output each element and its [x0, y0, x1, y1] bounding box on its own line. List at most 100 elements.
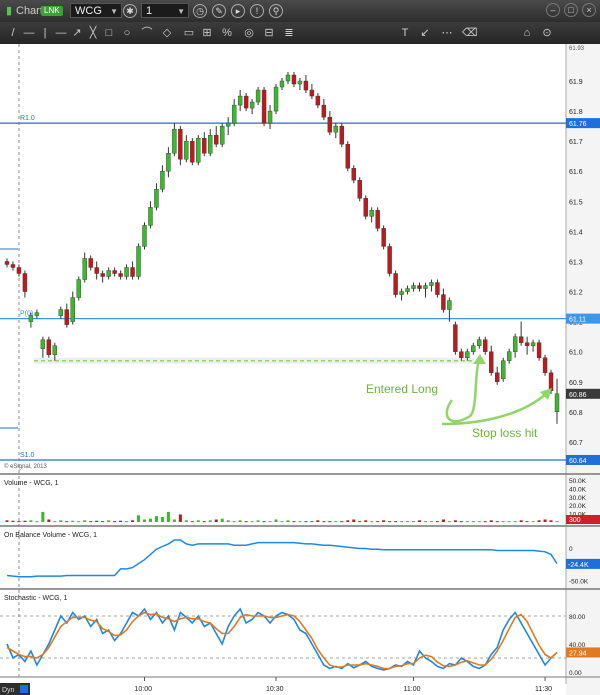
- volume-bar: [292, 521, 296, 523]
- candle-body: [369, 210, 374, 217]
- draw-tool-3-icon[interactable]: —: [54, 25, 68, 41]
- draw-tool-5-icon[interactable]: ╳: [86, 25, 100, 41]
- volume-bar: [418, 520, 422, 522]
- candle-body: [34, 312, 40, 316]
- draw-tool-15-icon[interactable]: ≣: [282, 25, 296, 41]
- draw-tool-17-icon[interactable]: ↙: [418, 25, 432, 41]
- candle-body: [357, 180, 362, 199]
- candle-body: [178, 128, 183, 160]
- price-axis-tick: 61.4: [569, 229, 583, 236]
- copyright: © eSignal, 2013: [4, 463, 47, 470]
- volume-bar: [83, 520, 87, 522]
- link-badge: LNK: [41, 6, 63, 16]
- draw-tool-2-icon[interactable]: |: [38, 25, 52, 41]
- volume-bar: [477, 521, 481, 523]
- volume-bar: [501, 521, 505, 523]
- volume-bar: [471, 521, 475, 523]
- clock-icon[interactable]: ◷: [193, 4, 207, 18]
- stochastic-last-tag-label: 27.94: [569, 650, 587, 657]
- volume-bar: [47, 519, 51, 522]
- volume-bar: [429, 521, 433, 523]
- volume-bar: [334, 521, 338, 523]
- draw-tool-11-icon[interactable]: ⊞: [200, 25, 214, 41]
- alert-icon[interactable]: !: [250, 4, 264, 18]
- candle-body: [363, 198, 368, 217]
- close-icon[interactable]: ×: [582, 3, 596, 17]
- draw-tool-1-icon[interactable]: —: [22, 25, 36, 41]
- volume-bar: [412, 521, 416, 523]
- candle-body: [506, 351, 512, 361]
- candle-body: [429, 282, 434, 286]
- draw-tool-19-icon[interactable]: ⌫: [462, 25, 478, 41]
- volume-bar: [232, 521, 236, 523]
- volume-bar: [131, 520, 135, 522]
- volume-bar: [555, 521, 559, 523]
- volume-bar: [178, 514, 182, 522]
- candle-body: [118, 273, 123, 277]
- draw-tool-4-icon[interactable]: ↗: [70, 25, 84, 41]
- volume-bar: [220, 518, 224, 522]
- candle-body: [112, 270, 117, 274]
- draw-tool-21-icon[interactable]: ⊙: [540, 25, 554, 41]
- candle-body: [309, 89, 315, 97]
- draw-tool-16-icon[interactable]: T: [398, 25, 412, 41]
- edit-icon[interactable]: ✎: [212, 4, 226, 18]
- volume-bar: [483, 521, 487, 523]
- volume-bar: [549, 520, 553, 522]
- fit-icon[interactable]: [20, 685, 28, 693]
- candle-body: [148, 207, 153, 226]
- volume-bar: [441, 519, 445, 522]
- candle-body: [483, 339, 488, 352]
- symbol-input[interactable]: WCG ▼: [70, 3, 122, 18]
- draw-tool-6-icon[interactable]: □: [102, 25, 116, 41]
- candle-body: [423, 285, 428, 289]
- draw-tool-20-icon[interactable]: ⌂: [520, 25, 534, 41]
- draw-tool-18-icon[interactable]: ⋯: [440, 25, 454, 41]
- volume-bar: [423, 521, 427, 523]
- candle-body: [447, 300, 452, 310]
- volume-bar: [298, 521, 302, 523]
- volume-bar: [370, 521, 374, 523]
- gear-icon[interactable]: ✱: [123, 4, 137, 18]
- chart-app-icon: ▮: [5, 5, 13, 17]
- volume-bar: [537, 520, 541, 522]
- chevron-down-icon[interactable]: ▼: [110, 4, 118, 19]
- play-icon[interactable]: ▸: [231, 4, 245, 18]
- draw-tool-7-icon[interactable]: ○: [120, 25, 134, 41]
- price-axis-tick: 61.7: [569, 139, 583, 146]
- volume-bar: [346, 520, 350, 522]
- time-axis-tick: 11:00: [404, 686, 421, 693]
- candle-body: [333, 125, 339, 133]
- volume-bar: [29, 520, 33, 522]
- link-icon[interactable]: ⚲: [269, 4, 283, 18]
- candle-body: [166, 153, 171, 172]
- volume-bar: [513, 521, 517, 523]
- chart-area[interactable]: R1.0P(0)S1.061.961.861.761.661.561.461.3…: [0, 44, 600, 695]
- minimize-icon[interactable]: –: [546, 3, 560, 17]
- draw-tool-9-icon[interactable]: ◇: [160, 25, 174, 41]
- volume-bar: [310, 521, 314, 523]
- draw-tool-10-icon[interactable]: ▭: [182, 25, 196, 41]
- interval-input[interactable]: 1 ▼: [141, 3, 189, 18]
- chevron-down-icon[interactable]: ▼: [177, 4, 185, 19]
- candle-body: [297, 80, 303, 85]
- volume-bar: [274, 519, 278, 522]
- candle-body: [393, 273, 398, 295]
- candle-body: [208, 134, 213, 154]
- dyn-label[interactable]: Dyn: [2, 687, 15, 694]
- obv-last-tag-label: -24.4K: [568, 562, 589, 569]
- draw-tool-13-icon[interactable]: ◎: [242, 25, 256, 41]
- candle-body: [70, 297, 75, 322]
- price-tag-label: 60.64: [569, 458, 587, 465]
- candle-body: [142, 225, 147, 247]
- volume-bar: [148, 518, 152, 522]
- draw-tool-12-icon[interactable]: %: [220, 25, 234, 41]
- price-tag-label: 60.86: [569, 392, 587, 399]
- candle-body: [477, 339, 482, 346]
- candle-body: [184, 140, 189, 160]
- draw-tool-0-icon[interactable]: /: [6, 25, 20, 41]
- maximize-icon[interactable]: □: [564, 3, 578, 17]
- volume-bar: [142, 519, 146, 522]
- draw-tool-8-icon[interactable]: ⌒: [140, 25, 154, 41]
- draw-tool-14-icon[interactable]: ⊟: [262, 25, 276, 41]
